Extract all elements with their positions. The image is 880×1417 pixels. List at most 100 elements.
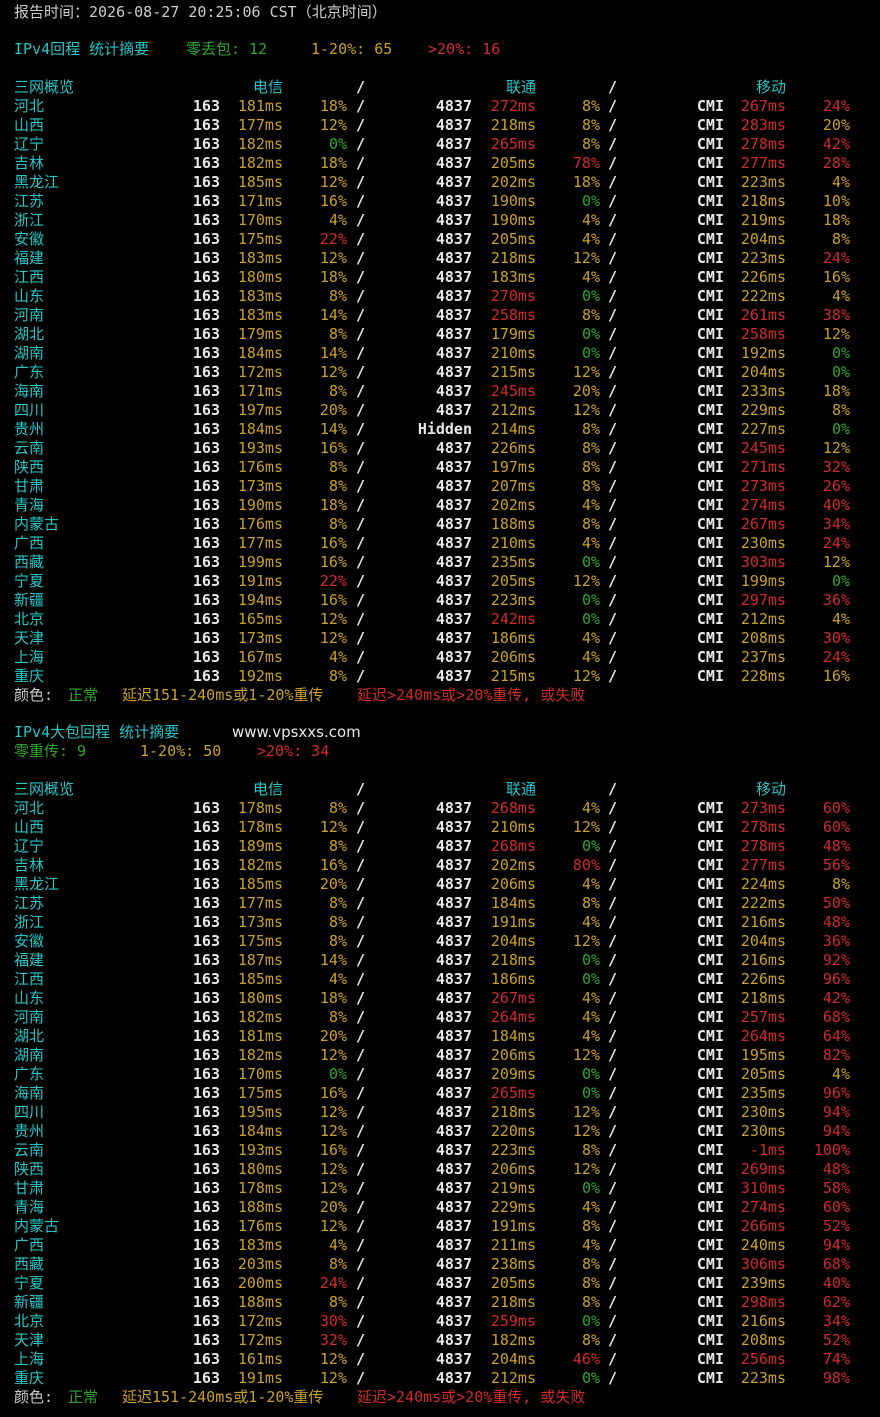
cu-asn: 4837: [435, 344, 472, 362]
ct-latency: 180ms: [237, 989, 283, 1007]
separator: /: [356, 344, 366, 362]
cu-loss: 8%: [581, 97, 600, 115]
cu-latency: 184ms: [490, 1027, 536, 1045]
cm-loss: 48%: [822, 1160, 850, 1178]
cm-latency: 230ms: [740, 534, 786, 552]
cu-latency: 202ms: [490, 496, 536, 514]
separator: /: [608, 553, 618, 571]
cu-asn: 4837: [435, 1046, 472, 1064]
ct-asn: 163: [192, 401, 220, 419]
section-title: IPv4大包回程 统计摘要: [14, 723, 180, 741]
cu-loss: 8%: [581, 135, 600, 153]
cu-loss: 4%: [581, 648, 600, 666]
ct-latency: 185ms: [237, 875, 283, 893]
ct-asn: 163: [192, 1255, 220, 1273]
table-row: 黑龙江 163 185ms 20%/4837 206ms 4% / CMI 224ms 8%: [0, 875, 880, 894]
table-row: 天津 163 172ms 32%/4837 182ms 8% / CMI 208ms 52%: [0, 1331, 880, 1350]
cu-asn: 4837: [435, 1122, 472, 1140]
watermark-text: www.vpsxxs.com: [232, 723, 361, 741]
cm-asn: CMI: [696, 1141, 724, 1159]
cu-loss: 12%: [572, 932, 600, 950]
separator: /: [608, 192, 618, 210]
cu-asn: 4837: [435, 1312, 472, 1330]
table-row: 福建 163 183ms 12%/4837 218ms 12% / CMI 223ms 24%: [0, 249, 880, 268]
ct-latency: 178ms: [237, 799, 283, 817]
cm-asn: CMI: [696, 287, 724, 305]
cu-asn: 4837: [435, 1008, 472, 1026]
separator: /: [608, 629, 618, 647]
ct-asn: 163: [192, 135, 220, 153]
ct-asn: 163: [192, 1160, 220, 1178]
ct-asn: 163: [192, 1236, 220, 1254]
cu-loss: 4%: [581, 230, 600, 248]
cm-loss: 0%: [831, 572, 850, 590]
ct-latency: 194ms: [237, 591, 283, 609]
ct-latency: 193ms: [237, 1141, 283, 1159]
cm-asn: CMI: [696, 1008, 724, 1026]
cu-latency: 204ms: [490, 932, 536, 950]
ct-latency: 176ms: [237, 458, 283, 476]
separator: /: [356, 951, 366, 969]
ct-asn: 163: [192, 1065, 220, 1083]
cu-loss: 8%: [581, 1274, 600, 1292]
ct-latency: 192ms: [237, 667, 283, 685]
cu-asn: 4837: [435, 932, 472, 950]
ct-latency: 179ms: [237, 325, 283, 343]
cu-latency: 191ms: [490, 1217, 536, 1235]
cm-asn: CMI: [696, 420, 724, 438]
ct-loss: 8%: [328, 799, 347, 817]
cu-loss: 4%: [581, 211, 600, 229]
cu-latency: 205ms: [490, 572, 536, 590]
table-row: 陕西 163 180ms 12%/4837 206ms 12% / CMI 269ms 48%: [0, 1160, 880, 1179]
cu-loss: 12%: [572, 1122, 600, 1140]
table-row: 浙江 163 173ms 8%/4837 191ms 4% / CMI 216ms 48%: [0, 913, 880, 932]
cu-latency: 215ms: [490, 667, 536, 685]
header-ct: 电信: [252, 780, 283, 798]
cu-loss: 0%: [581, 1084, 600, 1102]
ct-latency: 193ms: [237, 439, 283, 457]
cm-latency: 267ms: [740, 97, 786, 115]
cm-latency: 204ms: [740, 230, 786, 248]
ct-latency: 172ms: [237, 1312, 283, 1330]
ct-latency: 176ms: [237, 515, 283, 533]
separator: /: [608, 1198, 618, 1216]
cm-loss: 24%: [822, 534, 850, 552]
cm-loss: 28%: [822, 154, 850, 172]
table-row: 江西 163 180ms 18%/4837 183ms 4% / CMI 226ms 16%: [0, 268, 880, 287]
cm-asn: CMI: [696, 477, 724, 495]
table-row: 安徽 163 175ms 8%/4837 204ms 12% / CMI 204ms 36%: [0, 932, 880, 951]
ct-latency: 183ms: [237, 1236, 283, 1254]
cu-latency: 215ms: [490, 363, 536, 381]
table-row: 上海 163 161ms 12%/4837 204ms 46% / CMI 256ms 74%: [0, 1350, 880, 1369]
cu-loss: 0%: [581, 344, 600, 362]
table-row: 广东 163 170ms 0%/4837 209ms 0% / CMI 205ms 4%: [0, 1065, 880, 1084]
table-row: 山东 163 183ms 8%/4837 270ms 0% / CMI 222ms 4%: [0, 287, 880, 306]
cu-loss: 18%: [572, 173, 600, 191]
separator: /: [608, 799, 618, 817]
separator: /: [356, 268, 366, 286]
separator: /: [608, 1217, 618, 1235]
ct-loss: 8%: [328, 837, 347, 855]
cm-latency: 216ms: [740, 1312, 786, 1330]
separator: /: [608, 1350, 618, 1368]
table-row: 安徽 163 175ms 22%/4837 205ms 4% / CMI 204ms 8%: [0, 230, 880, 249]
cm-latency: 240ms: [740, 1236, 786, 1254]
ct-asn: 163: [192, 382, 220, 400]
ct-asn: 163: [192, 344, 220, 362]
cu-asn: 4837: [435, 1274, 472, 1292]
ct-asn: 163: [192, 818, 220, 836]
legend-bad: 延迟>240ms或>20%重传, 或失败: [357, 1388, 586, 1406]
cm-loss: 96%: [822, 1084, 850, 1102]
ct-latency: 184ms: [237, 420, 283, 438]
cm-asn: CMI: [696, 1312, 724, 1330]
ct-latency: 173ms: [237, 913, 283, 931]
separator: /: [608, 477, 618, 495]
cm-latency: 269ms: [740, 1160, 786, 1178]
separator: /: [356, 1350, 366, 1368]
separator: /: [356, 496, 366, 514]
cm-asn: CMI: [696, 1217, 724, 1235]
cu-asn: 4837: [435, 1027, 472, 1045]
separator: /: [608, 97, 618, 115]
table-row: 吉林 163 182ms 16%/4837 202ms 80% / CMI 277ms 56%: [0, 856, 880, 875]
cu-loss: 4%: [581, 1198, 600, 1216]
